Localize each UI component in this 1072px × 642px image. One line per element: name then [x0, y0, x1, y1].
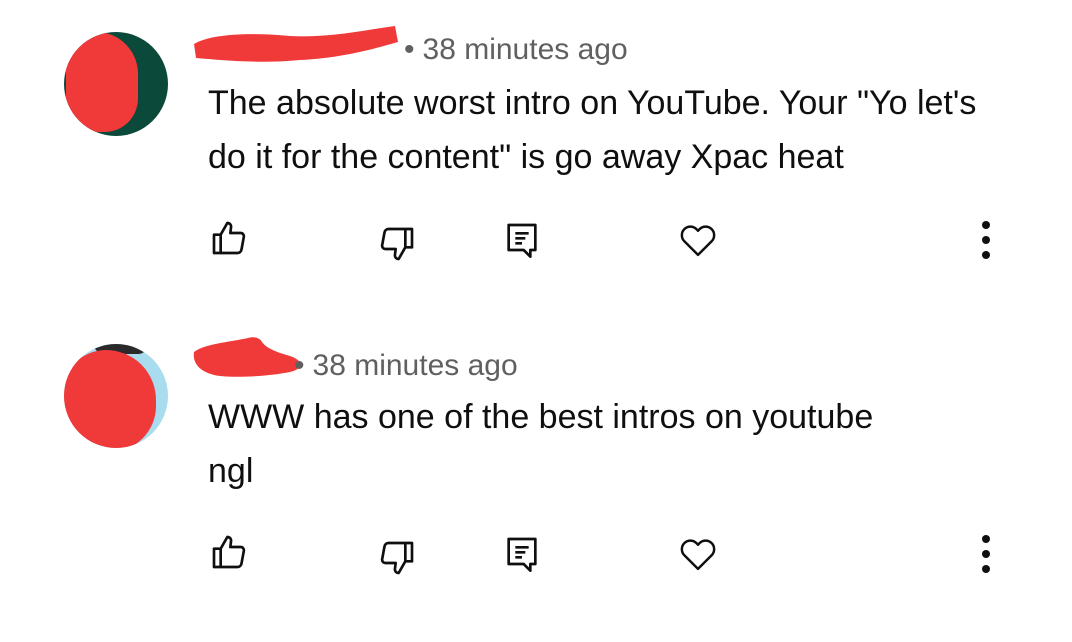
reply-button[interactable]: [498, 216, 546, 264]
comment-text: The absolute worst intro on YouTube. You…: [208, 84, 977, 176]
comment-timestamp[interactable]: 38 minutes ago: [313, 349, 518, 382]
like-button[interactable]: [205, 214, 253, 262]
reply-icon: [507, 223, 537, 258]
comment-item: • 38 minutes ago The absolute worst intro…: [0, 0, 1072, 310]
dislike-icon: [380, 541, 414, 575]
heart-icon: [680, 225, 716, 257]
like-icon: [212, 535, 246, 569]
heart-icon: [680, 539, 716, 571]
comment-text: WWW has one of the best intros on youtub…: [208, 398, 874, 490]
more-icon: [982, 221, 990, 259]
heart-button[interactable]: [674, 530, 722, 578]
avatar[interactable]: [64, 344, 168, 448]
meta-separator: •: [404, 33, 415, 66]
dislike-icon: [380, 227, 414, 261]
dislike-button[interactable]: [373, 220, 421, 268]
heart-button[interactable]: [674, 216, 722, 264]
like-icon: [212, 221, 246, 255]
reply-icon: [507, 537, 537, 572]
like-button[interactable]: [205, 528, 253, 576]
comment-timestamp[interactable]: 38 minutes ago: [423, 33, 628, 66]
more-options-button[interactable]: [962, 216, 1010, 264]
more-options-button[interactable]: [962, 530, 1010, 578]
avatar-redaction: [64, 350, 156, 448]
avatar[interactable]: [64, 32, 168, 136]
reply-button[interactable]: [498, 530, 546, 578]
avatar-redaction: [66, 32, 138, 132]
dislike-button[interactable]: [373, 534, 421, 582]
meta-separator: •: [294, 349, 305, 382]
comment-item: • 38 minutes ago WWW has one of the best …: [0, 310, 1072, 642]
comment-meta: • 38 minutes ago: [208, 32, 628, 68]
more-icon: [982, 535, 990, 573]
comment-meta: • 38 minutes ago: [208, 348, 518, 384]
